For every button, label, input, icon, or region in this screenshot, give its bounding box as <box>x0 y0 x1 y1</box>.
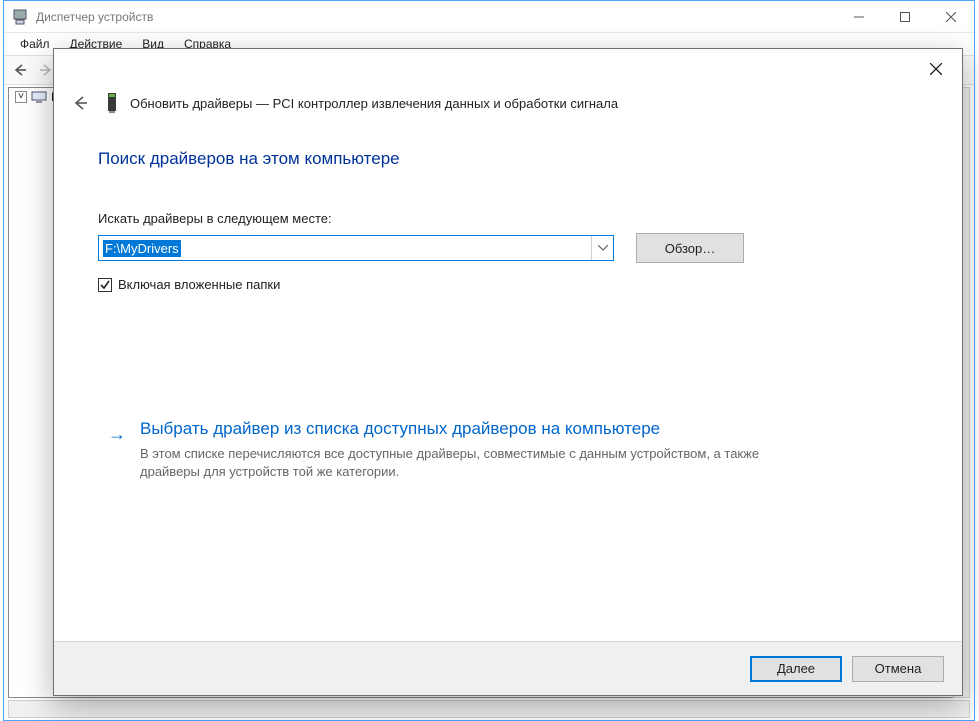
dialog-close-button[interactable] <box>920 55 952 83</box>
nav-back-icon[interactable] <box>8 58 32 82</box>
update-driver-dialog: Обновить драйверы — PCI контроллер извле… <box>53 48 963 696</box>
driver-path-combobox[interactable]: F:\MyDrivers <box>98 235 614 261</box>
titlebar: Диспетчер устройств <box>4 1 974 33</box>
back-button[interactable] <box>66 89 94 117</box>
window-controls <box>836 1 974 32</box>
cancel-button[interactable]: Отмена <box>852 656 944 682</box>
window-title: Диспетчер устройств <box>36 10 836 24</box>
include-subfolders-row[interactable]: Включая вложенные папки <box>98 277 280 292</box>
app-icon <box>12 9 28 25</box>
collapse-icon[interactable]: ˅ <box>15 91 27 103</box>
computer-icon <box>31 89 47 105</box>
maximize-button[interactable] <box>882 1 928 32</box>
chevron-down-icon[interactable] <box>591 236 613 260</box>
next-button[interactable]: Далее <box>750 656 842 682</box>
dialog-title: Обновить драйверы — PCI контроллер извле… <box>130 96 618 111</box>
dialog-header: Обновить драйверы — PCI контроллер извле… <box>66 89 618 117</box>
arrow-right-icon: → <box>108 425 126 443</box>
browse-button[interactable]: Обзор… <box>636 233 744 263</box>
search-location-label: Искать драйверы в следующем месте: <box>98 211 332 226</box>
minimize-button[interactable] <box>836 1 882 32</box>
close-button[interactable] <box>928 1 974 32</box>
include-subfolders-checkbox[interactable] <box>98 278 112 292</box>
driver-path-value[interactable]: F:\MyDrivers <box>99 236 591 260</box>
pick-from-list-option[interactable]: → Выбрать драйвер из списка доступных др… <box>110 419 900 480</box>
pick-from-list-description: В этом списке перечисляются все доступны… <box>140 445 760 480</box>
dialog-footer: Далее Отмена <box>54 641 962 695</box>
device-icon <box>104 91 120 115</box>
section-title: Поиск драйверов на этом компьютере <box>98 149 400 169</box>
driver-path-selected-text: F:\MyDrivers <box>103 240 181 257</box>
pick-from-list-title: Выбрать драйвер из списка доступных драй… <box>140 419 900 439</box>
horizontal-scrollbar[interactable] <box>8 700 970 718</box>
include-subfolders-label: Включая вложенные папки <box>118 277 280 292</box>
